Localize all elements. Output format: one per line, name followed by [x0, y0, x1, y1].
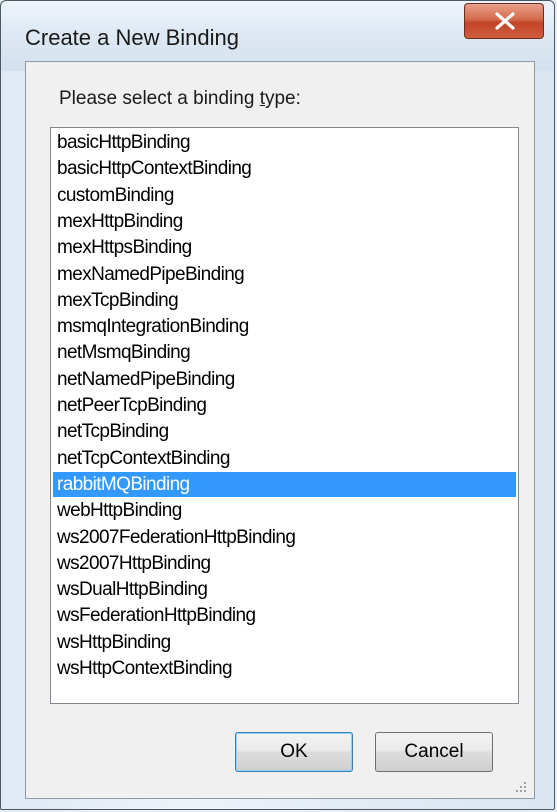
list-item[interactable]: netNamedPipeBinding — [53, 367, 516, 392]
dialog-window: Create a New Binding Please select a bin… — [0, 0, 555, 810]
list-item[interactable]: ws2007HttpBinding — [53, 551, 516, 576]
list-item[interactable]: mexTcpBinding — [53, 288, 516, 313]
list-item[interactable]: webHttpBinding — [53, 498, 516, 523]
dialog-body: Please select a binding type: basicHttpB… — [25, 61, 535, 799]
list-item[interactable]: mexHttpsBinding — [53, 235, 516, 260]
close-button[interactable] — [464, 3, 544, 39]
list-item[interactable]: customBinding — [53, 183, 516, 208]
list-item[interactable]: mexNamedPipeBinding — [53, 262, 516, 287]
binding-type-prompt: Please select a binding type: — [59, 88, 301, 110]
list-item[interactable]: netPeerTcpBinding — [53, 393, 516, 418]
list-item[interactable]: rabbitMQBinding — [53, 471, 516, 497]
list-item[interactable]: wsFederationHttpBinding — [53, 603, 516, 628]
ok-button[interactable]: OK — [235, 732, 353, 772]
list-item[interactable]: netMsmqBinding — [53, 340, 516, 365]
close-icon — [495, 12, 515, 30]
list-item[interactable]: wsHttpBinding — [53, 630, 516, 655]
cancel-button[interactable]: Cancel — [375, 732, 493, 772]
list-item[interactable]: ws2007FederationHttpBinding — [53, 525, 516, 550]
list-item[interactable]: basicHttpBinding — [53, 130, 516, 155]
list-item[interactable]: mexHttpBinding — [53, 209, 516, 234]
window-title: Create a New Binding — [25, 25, 240, 50]
prompt-text: Please select a binding — [59, 88, 260, 109]
prompt-text-suffix: ype: — [264, 88, 301, 109]
list-item[interactable]: msmqIntegrationBinding — [53, 314, 516, 339]
list-item[interactable]: netTcpContextBinding — [53, 446, 516, 471]
list-item[interactable]: wsHttpContextBinding — [53, 656, 516, 681]
list-item[interactable]: basicHttpContextBinding — [53, 156, 516, 181]
list-item[interactable]: wsDualHttpBinding — [53, 577, 516, 602]
list-item[interactable]: netTcpBinding — [53, 419, 516, 444]
binding-type-list[interactable]: basicHttpBinding basicHttpContextBinding c… — [50, 127, 519, 704]
resize-grip-icon[interactable] — [514, 780, 528, 794]
